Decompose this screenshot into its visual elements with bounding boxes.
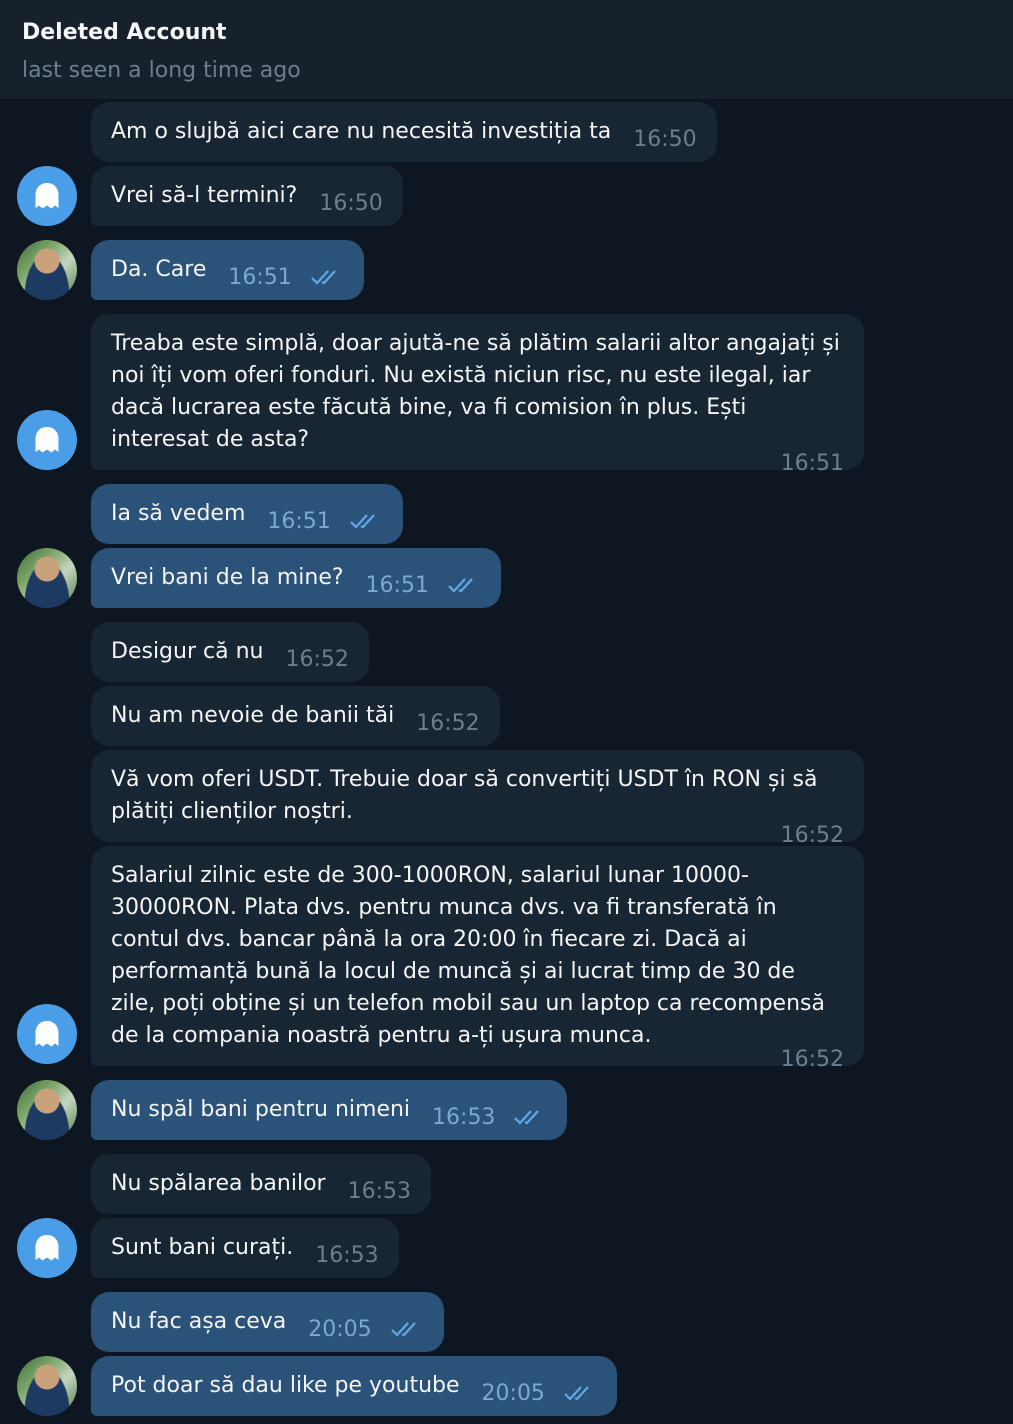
- message-bubble-incoming[interactable]: Nu am nevoie de banii tăi 16:52: [91, 686, 500, 746]
- message-text: Vă vom oferi USDT. Trebuie doar să conve…: [111, 767, 818, 824]
- ghost-icon: [35, 1021, 59, 1047]
- message-text: Desigur că nu: [111, 639, 264, 664]
- message-time: 16:51: [267, 506, 382, 538]
- message-time: 20:05: [308, 1314, 423, 1346]
- user-avatar[interactable]: [17, 548, 77, 608]
- message-bubble-incoming[interactable]: Am o slujbă aici care nu necesită invest…: [91, 102, 717, 162]
- message-time: 16:53: [432, 1102, 547, 1134]
- message-time: 16:51: [366, 570, 481, 602]
- message-bubble-outgoing[interactable]: Pot doar să dau like pe youtube 20:05: [91, 1356, 617, 1416]
- message-time: 16:53: [347, 1179, 411, 1204]
- message-time: 16:52: [780, 1047, 844, 1072]
- double-check-icon: [448, 578, 473, 593]
- double-check-icon: [564, 1386, 589, 1401]
- message-time: 20:05: [482, 1378, 597, 1410]
- message-text: Ia să vedem: [111, 501, 246, 526]
- message-text: Vrei să-l termini?: [111, 183, 298, 208]
- message-time: 16:53: [315, 1243, 379, 1268]
- message-text: Da. Care: [111, 257, 207, 282]
- message-text: Sunt bani curați.: [111, 1235, 294, 1260]
- contact-avatar[interactable]: [17, 166, 77, 226]
- message-bubble-incoming[interactable]: Nu spălarea banilor 16:53: [91, 1154, 431, 1214]
- message-bubble-outgoing[interactable]: Nu fac așa ceva 20:05: [91, 1292, 444, 1352]
- message-time: 16:50: [319, 191, 383, 216]
- message-text: Nu spăl bani pentru nimeni: [111, 1097, 411, 1122]
- double-check-icon: [514, 1110, 540, 1125]
- message-text: Nu fac așa ceva: [111, 1309, 287, 1334]
- contact-name[interactable]: Deleted Account: [22, 20, 227, 45]
- contact-avatar[interactable]: [17, 1218, 77, 1278]
- message-time: 16:52: [285, 647, 349, 672]
- message-bubble-incoming[interactable]: Desigur că nu 16:52: [91, 622, 369, 682]
- message-text: Vrei bani de la mine?: [111, 565, 344, 590]
- user-avatar[interactable]: [17, 1080, 77, 1140]
- message-bubble-outgoing[interactable]: Vrei bani de la mine? 16:51: [91, 548, 501, 608]
- user-avatar[interactable]: [17, 240, 77, 300]
- message-time: 16:51: [780, 451, 844, 476]
- message-bubble-outgoing[interactable]: Da. Care 16:51: [91, 240, 364, 300]
- double-check-icon: [390, 1322, 416, 1337]
- double-check-icon: [350, 514, 375, 529]
- ghost-icon: [35, 1235, 59, 1261]
- message-text: Am o slujbă aici care nu necesită invest…: [111, 119, 612, 144]
- message-time: 16:50: [633, 127, 697, 152]
- last-seen-status: last seen a long time ago: [22, 58, 301, 83]
- double-check-icon: [310, 270, 336, 285]
- message-text: Nu am nevoie de banii tăi: [111, 703, 395, 728]
- message-bubble-incoming[interactable]: Sunt bani curați. 16:53: [91, 1218, 399, 1278]
- message-bubble-incoming[interactable]: Vă vom oferi USDT. Trebuie doar să conve…: [91, 750, 864, 848]
- message-bubble-incoming[interactable]: Treaba este simplă, doar ajută-ne să plă…: [91, 314, 864, 476]
- message-text: Salariul zilnic este de 300-1000RON, sal…: [111, 863, 825, 1048]
- message-bubble-incoming[interactable]: Vrei să-l termini? 16:50: [91, 166, 403, 226]
- user-avatar[interactable]: [17, 1356, 77, 1416]
- ghost-icon: [35, 183, 59, 209]
- chat-header[interactable]: Deleted Account last seen a long time ag…: [0, 0, 1013, 100]
- contact-avatar[interactable]: [17, 410, 77, 470]
- message-text: Pot doar să dau like pe youtube: [111, 1373, 460, 1398]
- message-bubble-outgoing[interactable]: Ia să vedem 16:51: [91, 484, 403, 544]
- message-bubble-outgoing[interactable]: Nu spăl bani pentru nimeni 16:53: [91, 1080, 568, 1140]
- message-text: Treaba este simplă, doar ajută-ne să plă…: [111, 331, 840, 452]
- message-time: 16:52: [416, 711, 480, 736]
- contact-avatar[interactable]: [17, 1004, 77, 1064]
- message-bubble-incoming[interactable]: Salariul zilnic este de 300-1000RON, sal…: [91, 846, 864, 1072]
- message-text: Nu spălarea banilor: [111, 1171, 326, 1196]
- ghost-icon: [35, 427, 59, 453]
- message-time: 16:51: [228, 262, 343, 294]
